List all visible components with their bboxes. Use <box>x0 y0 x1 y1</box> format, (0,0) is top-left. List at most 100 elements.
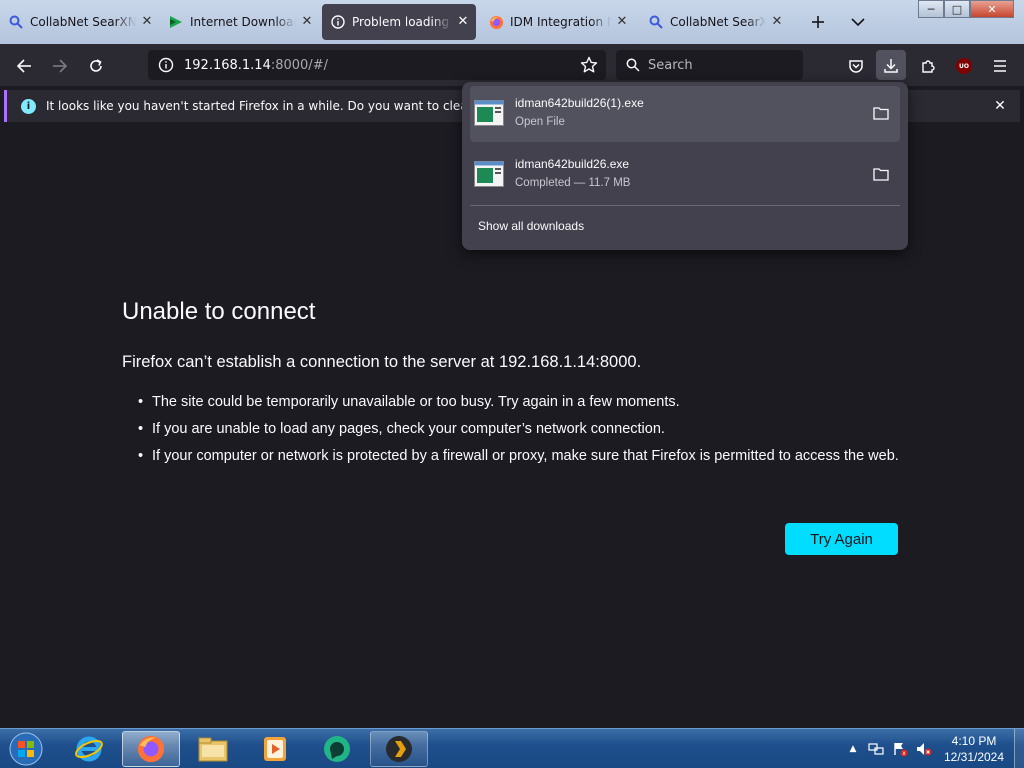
volume-muted-icon[interactable] <box>916 741 932 757</box>
info-icon: i <box>21 98 36 114</box>
folder-icon[interactable] <box>870 163 892 185</box>
show-all-downloads-button[interactable]: Show all downloads <box>478 219 584 233</box>
list-item: If your computer or network is protected… <box>138 446 902 466</box>
navigation-toolbar: 192.168.1.14:8000/#/ Search UO <box>0 44 1024 86</box>
tab-close-icon[interactable]: ✕ <box>300 15 314 29</box>
back-arrow-icon <box>16 59 31 73</box>
url-path: :8000/#/ <box>270 57 328 73</box>
reload-icon <box>90 59 102 72</box>
taskbar-media-player[interactable] <box>246 731 304 767</box>
svg-text:x: x <box>902 750 906 757</box>
system-tray: ▲ x <box>846 729 932 768</box>
minimize-button[interactable]: ─ <box>918 0 944 18</box>
idm-icon <box>168 14 184 30</box>
bookmark-star-icon[interactable] <box>580 56 598 74</box>
ublock-origin-button[interactable]: UO <box>950 52 978 80</box>
exe-file-icon <box>474 161 504 187</box>
tab-collabnet-searxng-2[interactable]: CollabNet SearXNG ✕ <box>640 4 790 40</box>
firefox-icon <box>137 735 165 763</box>
taskbar-firefox[interactable] <box>122 731 180 767</box>
download-icon <box>884 59 898 73</box>
firefox-icon <box>488 14 504 30</box>
divider <box>470 205 900 206</box>
download-file-name: idman642build26(1).exe <box>515 96 644 110</box>
windows-taskbar: ▲ x 4:10 PM 12/31/2024 <box>0 728 1024 768</box>
internet-explorer-icon <box>75 736 103 762</box>
new-tab-button[interactable] <box>806 10 830 34</box>
search-icon <box>648 14 664 30</box>
downloads-button[interactable] <box>877 52 905 80</box>
extensions-button[interactable] <box>914 52 942 80</box>
network-icon[interactable] <box>868 741 884 757</box>
ublock-origin-icon: UO <box>956 58 972 74</box>
site-info-icon[interactable] <box>158 57 174 73</box>
download-status: Open File <box>515 116 565 128</box>
tab-idm-integration-module[interactable]: IDM Integration Module ✕ <box>480 4 635 40</box>
folder-icon <box>198 737 228 762</box>
tab-label: Internet Download Manager <box>190 15 296 29</box>
puzzle-icon <box>922 60 935 73</box>
exe-file-icon <box>474 100 504 126</box>
app-menu-button[interactable] <box>986 52 1014 80</box>
tab-strip: CollabNet SearXNG ✕ Internet Download Ma… <box>0 0 1024 44</box>
back-button[interactable] <box>10 52 38 80</box>
tab-label: CollabNet SearXNG <box>30 15 136 29</box>
clock-date: 12/31/2024 <box>943 750 1005 764</box>
windows-logo-icon <box>9 732 43 766</box>
green-app-icon <box>324 736 350 762</box>
hamburger-menu-icon <box>994 60 1006 72</box>
downloads-panel: idman642build26(1).exe Open File idman64… <box>462 82 908 250</box>
error-suggestions-list: The site could be temporarily unavailabl… <box>138 392 902 473</box>
tab-close-icon[interactable]: ✕ <box>770 15 784 29</box>
tab-internet-download-manager[interactable]: Internet Download Manager ✕ <box>160 4 320 40</box>
taskbar-internet-explorer[interactable] <box>60 731 118 767</box>
download-item[interactable]: idman642build26.exe Completed — 11.7 MB <box>470 147 900 203</box>
system-clock[interactable]: 4:10 PM 12/31/2024 <box>940 733 1008 765</box>
search-input[interactable]: Search <box>616 50 803 80</box>
info-icon <box>330 14 346 30</box>
tab-label: CollabNet SearXNG <box>670 15 766 29</box>
notification-close-button[interactable]: ✕ <box>990 96 1010 116</box>
plex-icon <box>386 736 412 762</box>
action-center-warning-icon[interactable]: x <box>892 741 908 757</box>
start-button[interactable] <box>6 731 46 767</box>
download-item[interactable]: idman642build26(1).exe Open File <box>470 86 900 142</box>
tab-label: IDM Integration Module <box>510 15 611 29</box>
window-controls: ─ □ ✕ <box>918 0 1014 18</box>
error-description: Firefox can’t establish a connection to … <box>122 353 642 371</box>
tab-collabnet-searxng-1[interactable]: CollabNet SearXNG ✕ <box>0 4 160 40</box>
pocket-icon <box>849 60 863 73</box>
search-icon <box>8 14 24 30</box>
media-player-icon <box>264 737 286 761</box>
tab-problem-loading-page[interactable]: Problem loading page ✕ <box>322 4 476 40</box>
try-again-button[interactable]: Try Again <box>785 523 898 555</box>
taskbar-plex[interactable] <box>370 731 428 767</box>
url-host: 192.168.1.14 <box>184 57 271 73</box>
clock-time: 4:10 PM <box>951 734 997 748</box>
tab-label: Problem loading page <box>352 15 452 29</box>
address-bar[interactable]: 192.168.1.14:8000/#/ <box>148 50 606 80</box>
tab-close-icon[interactable]: ✕ <box>140 15 154 29</box>
show-hidden-icons-icon[interactable]: ▲ <box>846 744 860 754</box>
tab-close-icon[interactable]: ✕ <box>615 15 629 29</box>
reload-button[interactable] <box>82 52 110 80</box>
forward-arrow-icon <box>53 59 68 73</box>
list-item: If you are unable to load any pages, che… <box>138 419 902 439</box>
taskbar-app-green[interactable] <box>308 731 366 767</box>
notification-text: It looks like you haven't started Firefo… <box>46 99 527 113</box>
list-all-tabs-button[interactable] <box>846 10 870 34</box>
download-status: Completed — 11.7 MB <box>515 177 631 189</box>
error-title: Unable to connect <box>122 298 316 325</box>
search-icon <box>626 58 640 72</box>
taskbar-file-explorer[interactable] <box>184 731 242 767</box>
download-file-name: idman642build26.exe <box>515 157 630 171</box>
close-window-button[interactable]: ✕ <box>970 0 1014 18</box>
pocket-button[interactable] <box>842 52 870 80</box>
folder-icon[interactable] <box>870 102 892 124</box>
maximize-button[interactable]: □ <box>944 0 970 18</box>
list-item: The site could be temporarily unavailabl… <box>138 392 902 412</box>
search-placeholder: Search <box>648 57 693 73</box>
forward-button[interactable] <box>46 52 74 80</box>
show-desktop-button[interactable] <box>1014 729 1024 768</box>
tab-close-icon[interactable]: ✕ <box>456 15 470 29</box>
